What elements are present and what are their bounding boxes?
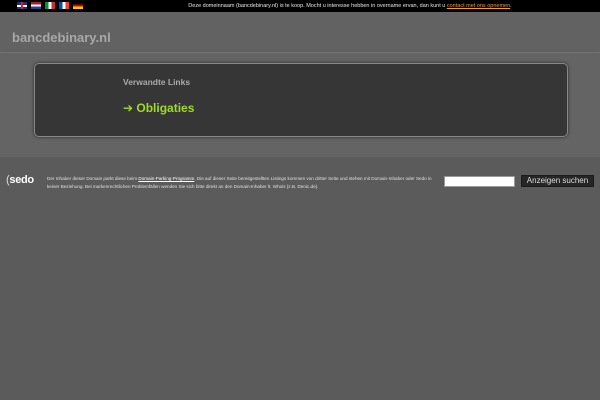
footer: (sedo Der Inhaber dieser Domain parkt di… xyxy=(0,157,600,400)
italian-flag-icon[interactable] xyxy=(45,2,55,9)
sedo-logo[interactable]: (sedo xyxy=(6,174,34,186)
parking-disclaimer: Der Inhaber dieser Domain parkt diese be… xyxy=(47,175,440,191)
english-flag-icon[interactable] xyxy=(17,2,27,9)
domain-sale-notice: Deze domeinnaam (bancdebinary.nl) is te … xyxy=(170,2,530,10)
sale-notice-text: Deze domeinnaam (bancdebinary.nl) is te … xyxy=(188,3,447,9)
related-links-panel: Verwandte Links ➔ Obligaties xyxy=(34,63,568,137)
content-area: Verwandte Links ➔ Obligaties xyxy=(0,53,600,157)
top-bar: Deze domeinnaam (bancdebinary.nl) is te … xyxy=(0,0,600,12)
related-links-heading: Verwandte Links xyxy=(123,77,191,87)
header: bancdebinary.nl xyxy=(0,12,600,53)
domain-title: bancdebinary.nl xyxy=(12,30,111,45)
domain-parking-link[interactable]: Domain-Parking-Programm xyxy=(138,176,194,181)
language-flags xyxy=(17,2,83,10)
disclaimer-start: Der Inhaber dieser Domain parkt diese be… xyxy=(47,176,139,181)
dutch-flag-icon[interactable] xyxy=(31,2,41,9)
related-link-obligaties[interactable]: ➔ Obligaties xyxy=(123,101,194,115)
contact-link[interactable]: contact met ons opnemen xyxy=(447,3,510,9)
sale-notice-end: . xyxy=(510,3,512,9)
french-flag-icon[interactable] xyxy=(59,2,69,9)
search-input[interactable] xyxy=(444,176,515,187)
search-ads-button[interactable]: Anzeigen suchen xyxy=(521,175,594,187)
sedo-logo-text: sedo xyxy=(9,174,34,186)
german-flag-icon[interactable] xyxy=(73,2,83,9)
